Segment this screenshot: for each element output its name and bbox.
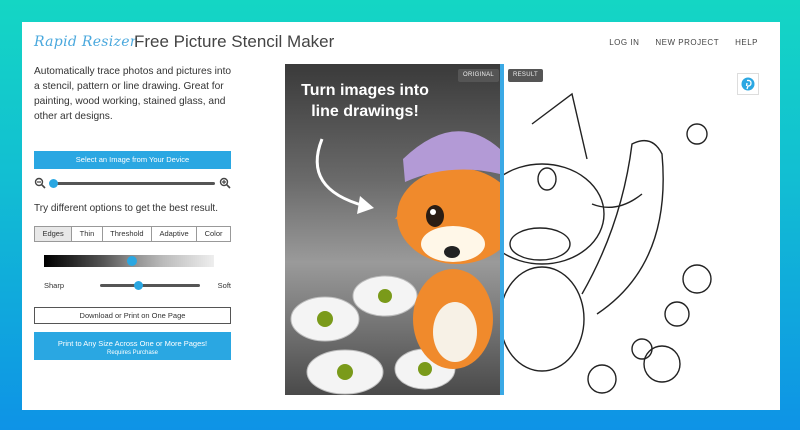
tab-adaptive[interactable]: Adaptive (152, 227, 198, 241)
intro-text: Automatically trace photos and pictures … (34, 66, 232, 122)
print-button-sublabel: Requires Purchase (106, 349, 159, 356)
result-badge: RESULT (508, 69, 544, 82)
zoom-in-icon[interactable] (219, 177, 231, 189)
print-any-size-button[interactable]: Print to Any Size Across One or More Pag… (34, 332, 231, 360)
comparison-image[interactable]: ORIGINAL RESULT Turn images into line dr… (285, 64, 722, 395)
tip-text: Try different options to get the best re… (34, 203, 218, 214)
curved-arrow-icon (315, 138, 374, 214)
zoom-slider-row (34, 177, 231, 189)
page-title: Free Picture Stencil Maker (134, 32, 335, 51)
overlay-headline: Turn images into line drawings! (301, 82, 429, 120)
sharpness-slider-track[interactable] (100, 284, 200, 287)
logo[interactable]: Rapid Resizer (34, 34, 137, 50)
print-button-label: Print to Any Size Across One or More Pag… (57, 338, 208, 348)
result-illustration (502, 92, 712, 394)
tab-threshold[interactable]: Threshold (102, 227, 152, 241)
pinterest-icon (741, 77, 755, 91)
threshold-slider-handle[interactable] (127, 256, 138, 266)
zoom-out-icon[interactable] (34, 177, 46, 189)
tab-thin[interactable]: Thin (72, 227, 103, 241)
sharpness-slider-handle[interactable] (134, 281, 143, 290)
mode-tabs: Edges Thin Threshold Adaptive Color (34, 226, 231, 242)
soft-label: Soft (217, 281, 231, 290)
preview-panel: ORIGINAL RESULT Turn images into line dr… (285, 64, 759, 395)
header: Rapid Resizer Free Picture Stencil Maker… (22, 22, 780, 64)
top-nav: LOG IN NEW PROJECT HELP (609, 38, 758, 47)
pinterest-button[interactable] (737, 73, 759, 95)
download-print-button[interactable]: Download or Print on One Page (34, 307, 231, 324)
new-project-link[interactable]: NEW PROJECT (655, 38, 719, 47)
comparison-divider-handle[interactable] (500, 64, 504, 395)
sharpness-slider-row: Sharp Soft (44, 281, 231, 291)
sharp-label: Sharp (44, 281, 65, 290)
login-link[interactable]: LOG IN (609, 38, 639, 47)
original-badge: ORIGINAL (458, 69, 500, 82)
tab-edges[interactable]: Edges (35, 227, 73, 241)
zoom-slider-track[interactable] (50, 182, 215, 185)
app-card: Rapid Resizer Free Picture Stencil Maker… (22, 22, 780, 410)
tab-color[interactable]: Color (197, 227, 230, 241)
threshold-gradient-slider[interactable] (44, 255, 214, 267)
select-image-button[interactable]: Select an Image from Your Device (34, 151, 231, 169)
result-drawing (502, 64, 722, 395)
controls-panel: Automatically trace photos and pictures … (34, 64, 232, 360)
zoom-slider-handle[interactable] (49, 179, 59, 188)
help-link[interactable]: HELP (735, 38, 758, 47)
